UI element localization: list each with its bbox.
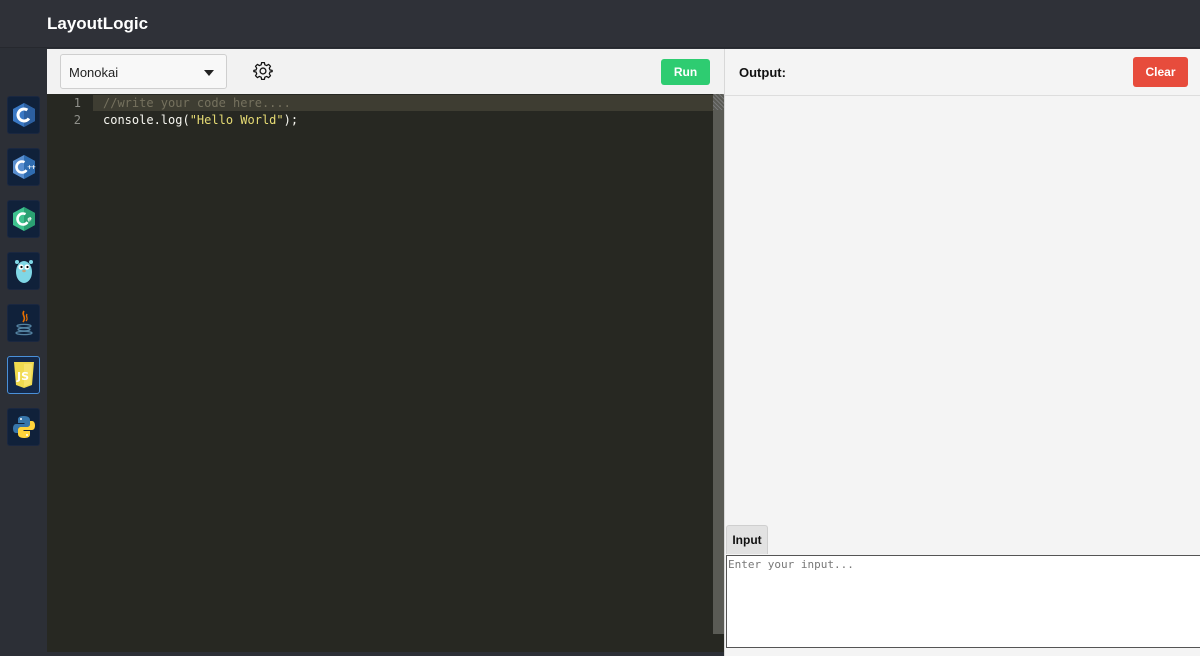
clear-button[interactable]: Clear	[1133, 57, 1188, 87]
svg-text:+: +	[31, 164, 36, 171]
line-number: 1	[73, 96, 81, 110]
language-javascript-button[interactable]: JS	[7, 356, 40, 394]
gear-icon[interactable]	[253, 61, 273, 81]
code-line-console-log[interactable]: console.log("Hello World");	[103, 113, 298, 127]
python-snakes-icon	[12, 416, 35, 438]
line-number: 2	[73, 113, 81, 127]
language-go-button[interactable]	[7, 252, 40, 290]
caret-down-icon	[204, 70, 214, 76]
code-line-comment[interactable]: //write your code here....	[103, 96, 291, 110]
line-number-gutter: 1 2	[47, 94, 93, 652]
theme-select[interactable]: Monokai	[60, 54, 227, 89]
cpp-language-icon: + +	[12, 155, 36, 179]
language-c-button[interactable]	[7, 96, 40, 134]
stdin-input[interactable]	[726, 555, 1200, 648]
svg-text:JS: JS	[16, 370, 29, 383]
code-editor[interactable]: 1 2 //write your code here.... console.l…	[47, 94, 724, 652]
language-java-button[interactable]	[7, 304, 40, 342]
language-csharp-button[interactable]: #	[7, 200, 40, 238]
code-token-call: console.log(	[103, 113, 190, 127]
app-title[interactable]: LayoutLogic	[47, 14, 148, 34]
top-navbar: LayoutLogic	[0, 0, 1200, 48]
language-cpp-button[interactable]: + +	[7, 148, 40, 186]
theme-select-value: Monokai	[69, 65, 119, 80]
csharp-language-icon: #	[12, 207, 35, 231]
scrollbar-marker	[713, 94, 724, 110]
java-coffee-icon	[14, 310, 33, 336]
editor-scrollbar[interactable]	[713, 94, 724, 634]
language-sidebar: + + # JS	[0, 49, 47, 656]
js-shield-icon: JS	[13, 362, 34, 388]
output-panel: Output: Clear Input	[724, 49, 1200, 656]
svg-text:#: #	[27, 217, 32, 224]
run-button[interactable]: Run	[661, 59, 710, 85]
editor-bottom-border	[0, 652, 724, 656]
c-language-icon	[12, 103, 35, 127]
output-header: Output: Clear	[725, 49, 1200, 96]
code-token-string: "Hello World"	[189, 113, 284, 127]
input-tab[interactable]: Input	[726, 525, 768, 554]
code-token-end: );	[283, 113, 299, 127]
editor-toolbar: Monokai Run	[47, 49, 724, 94]
go-gopher-icon	[14, 260, 33, 283]
output-label: Output:	[739, 65, 786, 80]
language-python-button[interactable]	[7, 408, 40, 446]
